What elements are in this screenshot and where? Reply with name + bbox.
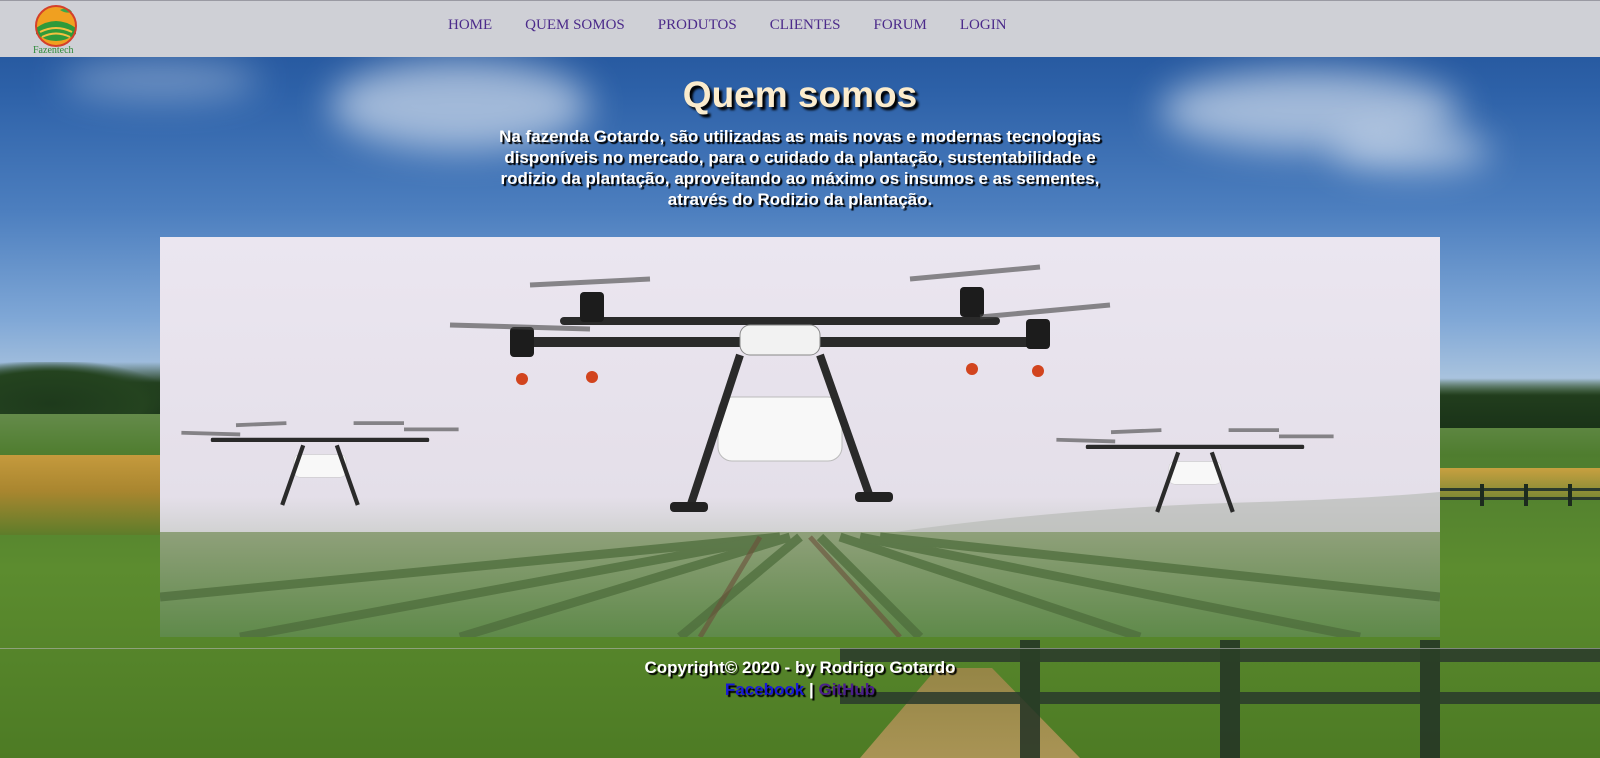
github-link[interactable]: GitHub	[818, 680, 875, 699]
main-nav: HOME QUEM SOMOS PRODUTOS CLIENTES FORUM …	[448, 17, 1040, 34]
footer-divider	[0, 648, 1600, 649]
nav-home[interactable]: HOME	[448, 17, 492, 34]
page: Fazentech HOME QUEM SOMOS PRODUTOS CLIEN…	[0, 0, 1600, 758]
tree-line	[0, 362, 170, 414]
intro-text: Na fazenda Gotardo, são utilizadas as ma…	[499, 127, 1101, 209]
nav-quem-somos[interactable]: QUEM SOMOS	[525, 17, 625, 34]
social-links: Facebook | GitHub	[0, 680, 1600, 700]
logo-text: Fazentech	[33, 45, 74, 56]
nav-produtos[interactable]: PRODUTOS	[658, 17, 737, 34]
fence	[1440, 484, 1600, 506]
nav-login[interactable]: LOGIN	[960, 17, 1007, 34]
nav-clientes[interactable]: CLIENTES	[770, 17, 841, 34]
page-title: Quem somos	[682, 74, 918, 115]
drone-fleet-image	[160, 237, 1440, 637]
link-separator: |	[808, 680, 814, 699]
copyright-text: Copyright© 2020 - by Rodrigo Gotardo	[644, 658, 956, 677]
facebook-link[interactable]: Facebook	[725, 680, 804, 699]
nav-forum[interactable]: FORUM	[874, 17, 927, 34]
wheat-field	[0, 455, 160, 535]
navbar: Fazentech HOME QUEM SOMOS PRODUTOS CLIEN…	[0, 0, 1600, 57]
cloud	[1330, 130, 1490, 170]
